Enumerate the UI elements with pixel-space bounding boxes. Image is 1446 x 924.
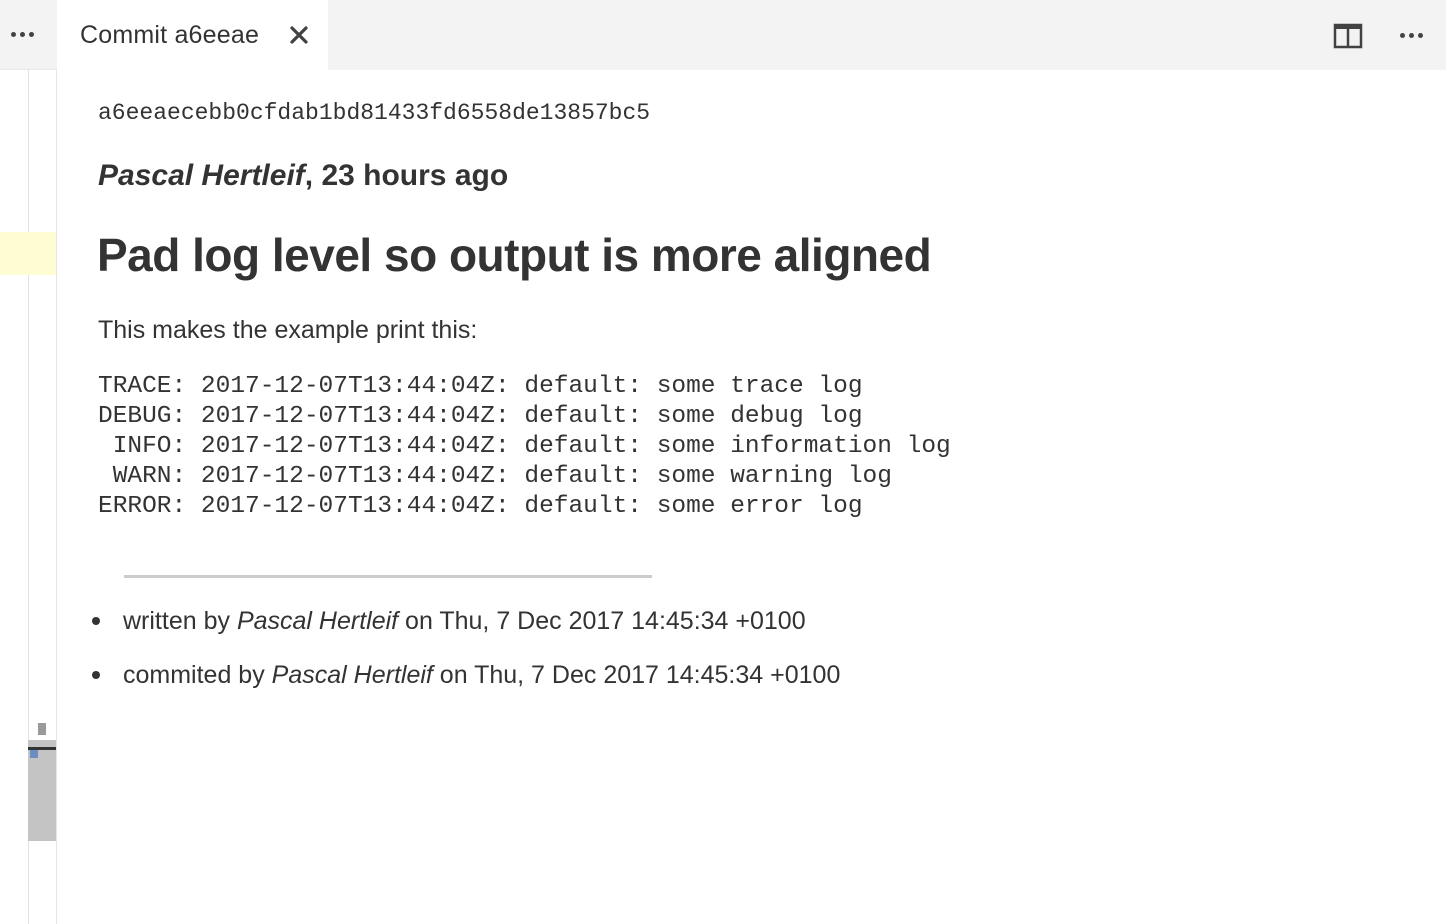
left-line-highlight [0, 232, 56, 275]
more-actions-icon [1395, 22, 1427, 48]
code-line: TRACE: 2017-12-07T13:44:04Z: default: so… [98, 373, 863, 400]
commit-meta-list: written by Pascal Hertleif on Thu, 7 Dec… [91, 604, 841, 712]
horizontal-rule [124, 575, 652, 578]
meta-person: Pascal Hertleif [236, 607, 399, 635]
more-actions-icon [6, 22, 38, 46]
meta-suffix: on Thu, 7 Dec 2017 14:45:34 +0100 [398, 607, 806, 635]
author-name: Pascal Hertleif [98, 159, 305, 192]
split-editor-button[interactable] [1333, 22, 1363, 50]
editor-more-actions-button[interactable] [1395, 22, 1427, 48]
close-icon [290, 26, 308, 44]
committed-by-item: commited by Pascal Hertleif on Thu, 7 De… [91, 658, 841, 712]
written-by-item: written by Pascal Hertleif on Thu, 7 Dec… [91, 604, 840, 658]
meta-prefix: commited by [123, 661, 272, 689]
split-editor-icon [1333, 23, 1363, 49]
meta-suffix: on Thu, 7 Dec 2017 14:45:34 +0100 [432, 661, 841, 689]
relative-time: 23 hours ago [321, 159, 509, 192]
commit-intro: This makes the example print this: [98, 316, 478, 344]
commit-sha: a6eeaecebb0cfdab1bd81433fd6558de13857bc5 [98, 100, 651, 126]
commit-view: a6eeaecebb0cfdab1bd81433fd6558de13857bc5… [58, 70, 1446, 924]
left-editor-group [0, 0, 57, 924]
code-block: TRACE: 2017-12-07T13:44:04Z: default: so… [98, 372, 951, 522]
left-scrollbar-marker [30, 750, 38, 758]
tab-label: Commit a6eeae [80, 20, 260, 49]
code-line: ERROR: 2017-12-07T13:44:04Z: default: so… [98, 493, 863, 520]
code-line: DEBUG: 2017-12-07T13:44:04Z: default: so… [98, 403, 863, 430]
editor-tab-bar: Commit a6eeae [58, 0, 1446, 70]
meta-prefix: written by [123, 607, 237, 635]
commit-title: Pad log level so output is more aligned [97, 229, 932, 281]
left-more-actions-button[interactable] [6, 22, 38, 46]
left-minimap-marker [38, 723, 46, 735]
tab-close-button[interactable] [287, 23, 311, 47]
code-line: WARN: 2017-12-07T13:44:04Z: default: som… [98, 463, 892, 490]
meta-person: Pascal Hertleif [271, 661, 433, 689]
code-line: INFO: 2017-12-07T13:44:04Z: default: som… [98, 433, 951, 460]
byline-separator: , [304, 159, 322, 192]
commit-byline: Pascal Hertleif, 23 hours ago [98, 159, 508, 193]
